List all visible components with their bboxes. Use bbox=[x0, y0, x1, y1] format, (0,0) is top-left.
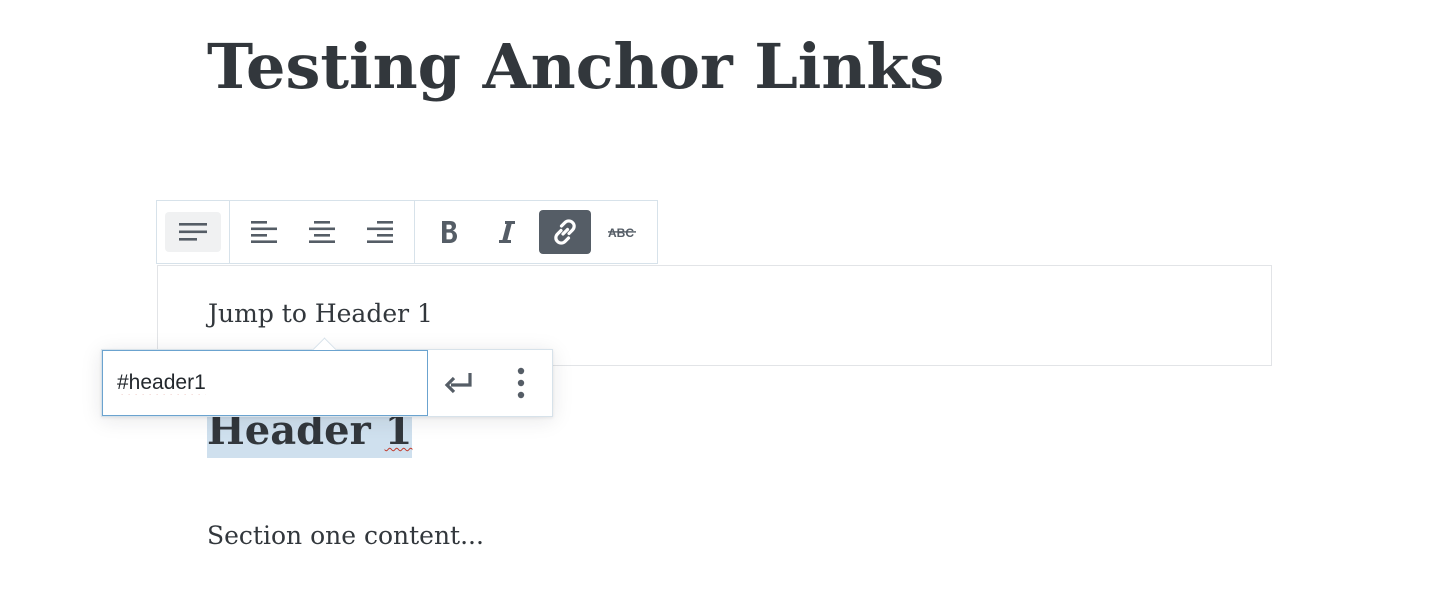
bold-icon bbox=[442, 221, 457, 243]
more-vertical-icon bbox=[517, 367, 525, 399]
url-input[interactable] bbox=[102, 350, 428, 416]
strikethrough-icon: ABC bbox=[608, 226, 636, 239]
align-center-button[interactable] bbox=[296, 210, 348, 254]
apply-link-button[interactable] bbox=[434, 358, 484, 408]
editor-canvas: Testing Anchor Links ABC Jump to Header … bbox=[0, 0, 1448, 594]
paragraph-block-button[interactable] bbox=[165, 212, 221, 252]
alignment-group bbox=[230, 201, 415, 263]
block-toolbar: ABC bbox=[156, 200, 658, 264]
post-title[interactable]: Testing Anchor Links bbox=[207, 30, 944, 104]
italic-button[interactable] bbox=[481, 210, 533, 254]
strikethrough-button[interactable]: ABC bbox=[597, 210, 649, 254]
paragraph-text[interactable]: Jump to Header 1 bbox=[208, 300, 433, 328]
italic-icon bbox=[499, 221, 515, 243]
link-icon bbox=[554, 219, 576, 245]
formatting-group: ABC bbox=[415, 201, 657, 263]
block-type-group bbox=[157, 201, 230, 263]
section-paragraph[interactable]: Section one content... bbox=[207, 521, 484, 551]
align-right-icon bbox=[367, 221, 393, 243]
link-button[interactable] bbox=[539, 210, 591, 254]
align-center-icon bbox=[309, 221, 335, 243]
enter-icon bbox=[444, 373, 472, 394]
paragraph-icon bbox=[179, 223, 207, 241]
align-left-button[interactable] bbox=[238, 210, 290, 254]
link-settings-button[interactable] bbox=[496, 358, 546, 408]
align-right-button[interactable] bbox=[354, 210, 406, 254]
align-left-icon bbox=[251, 221, 277, 243]
bold-button[interactable] bbox=[423, 210, 475, 254]
link-popover bbox=[101, 337, 553, 417]
